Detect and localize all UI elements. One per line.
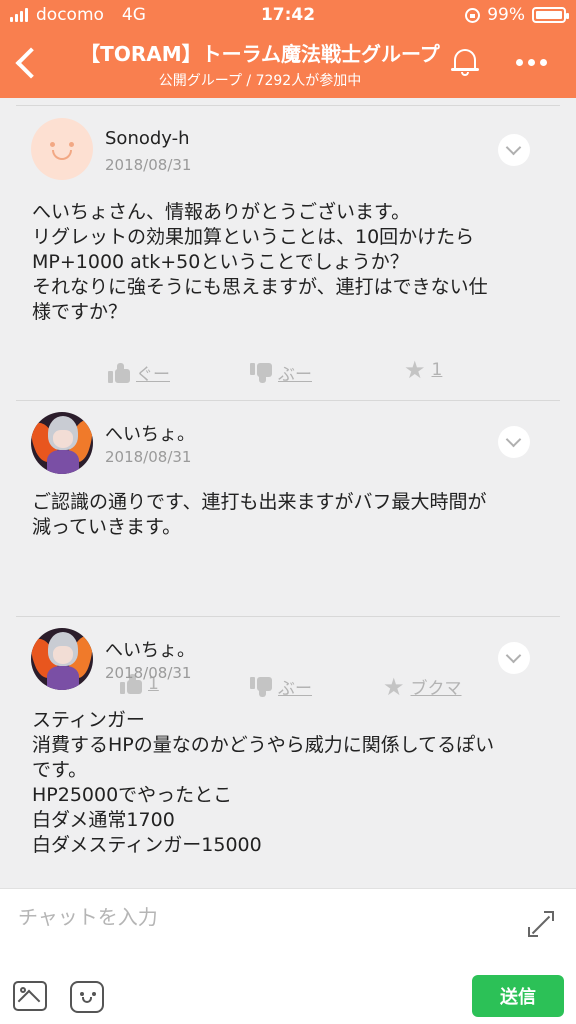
message-body: スティンガー 消費するHPの量なのかどうやら威力に関係してるぽい です。 HP2… bbox=[32, 708, 552, 858]
page-title: 【TORAM】トーラム魔法戦士グループ bbox=[80, 42, 440, 66]
message-line: 白ダメ通常1700 bbox=[32, 809, 175, 831]
app-header: docomo 4G 17:42 99% 【TORAM】トーラム魔法戦士グループ … bbox=[0, 0, 576, 98]
sticker-icon[interactable] bbox=[70, 981, 104, 1013]
message-line: スティンガー bbox=[32, 709, 145, 731]
message-line: 消費するHPの量なのかどうやら威力に関係してるぽい bbox=[32, 734, 495, 756]
send-button[interactable]: 送信 bbox=[472, 975, 564, 1017]
message-body: へいちょさん、情報ありがとうございます。 リグレットの効果加算ということは、10… bbox=[32, 200, 552, 325]
bookmark-label: ブクマ bbox=[410, 679, 462, 699]
header-title-block[interactable]: 【TORAM】トーラム魔法戦士グループ 公開グループ / 7292人が参加中 bbox=[55, 38, 465, 90]
post-date: 2018/08/31 bbox=[105, 156, 192, 174]
bookmark-label: 1 bbox=[431, 360, 443, 380]
author-name[interactable]: へいちょ。 bbox=[105, 636, 195, 662]
thumbs-down-icon bbox=[250, 676, 272, 697]
message-line: です。 bbox=[32, 759, 88, 781]
thumbs-up-icon bbox=[108, 362, 130, 383]
status-bar: docomo 4G 17:42 99% bbox=[0, 0, 576, 30]
message-body: ご認識の通りです、連打も出来ますがバフ最大時間が 減っていきます。 bbox=[32, 490, 552, 540]
message-line: 減っていきます。 bbox=[32, 516, 182, 538]
battery-icon bbox=[532, 7, 569, 23]
rotation-lock-icon bbox=[465, 7, 481, 23]
more-options-icon[interactable] bbox=[516, 59, 547, 66]
message-line: MP+1000 atk+50ということでしょうか？ bbox=[32, 251, 409, 273]
group-subtitle: 公開グループ / 7292人が参加中 bbox=[158, 73, 362, 89]
author-name[interactable]: Sonody-h bbox=[105, 128, 190, 149]
anime-character-avatar[interactable] bbox=[31, 628, 93, 690]
dislike-label: ぶー bbox=[278, 679, 312, 699]
divider bbox=[16, 105, 560, 106]
expand-icon[interactable] bbox=[528, 911, 554, 937]
chat-input[interactable] bbox=[18, 899, 498, 935]
message-line: 様ですか？ bbox=[32, 301, 128, 323]
default-face-avatar[interactable] bbox=[31, 118, 93, 180]
bookmark-button[interactable]: ★ ブクマ bbox=[383, 672, 462, 701]
message-feed[interactable]: Sonody-h 2018/08/31 へいちょさん、情報ありがとうございます。… bbox=[0, 98, 576, 888]
message-line: HP25000でやったとこ bbox=[32, 784, 233, 806]
chevron-down-icon[interactable] bbox=[498, 134, 530, 166]
star-icon: ★ bbox=[383, 672, 405, 701]
message-line: 白ダメスティンガー15000 bbox=[32, 834, 262, 856]
divider bbox=[16, 616, 560, 617]
image-icon[interactable] bbox=[13, 981, 47, 1013]
dislike-button[interactable]: ぶー bbox=[250, 360, 312, 385]
like-label: ぐー bbox=[136, 365, 170, 385]
message-line: へいちょさん、情報ありがとうございます。 bbox=[32, 201, 411, 223]
like-button[interactable]: ぐー bbox=[108, 360, 170, 385]
star-icon: ★ bbox=[404, 356, 426, 384]
anime-character-avatar[interactable] bbox=[31, 412, 93, 474]
author-name[interactable]: へいちょ。 bbox=[105, 420, 195, 446]
chat-composer: 送信 bbox=[0, 888, 576, 1024]
message-line: ご認識の通りです、連打も出来ますがバフ最大時間が bbox=[32, 491, 487, 513]
back-arrow-icon[interactable] bbox=[12, 46, 42, 80]
thumbs-down-icon bbox=[250, 362, 272, 383]
chevron-down-icon[interactable] bbox=[498, 426, 530, 458]
dislike-label: ぶー bbox=[278, 365, 312, 385]
bookmark-button[interactable]: ★ 1 bbox=[404, 356, 443, 384]
post-date: 2018/08/31 bbox=[105, 448, 192, 466]
dislike-button[interactable]: ぶー bbox=[250, 674, 312, 699]
message-line: それなりに強そうにも思えますが、連打はできない仕 bbox=[32, 276, 488, 298]
battery-percent: 99% bbox=[487, 5, 525, 25]
message-line: リグレットの効果加算ということは、10回かけたら bbox=[32, 226, 475, 248]
chevron-down-icon[interactable] bbox=[498, 642, 530, 674]
post-date: 2018/08/31 bbox=[105, 664, 192, 682]
divider bbox=[16, 400, 560, 401]
bell-icon[interactable] bbox=[450, 46, 480, 78]
